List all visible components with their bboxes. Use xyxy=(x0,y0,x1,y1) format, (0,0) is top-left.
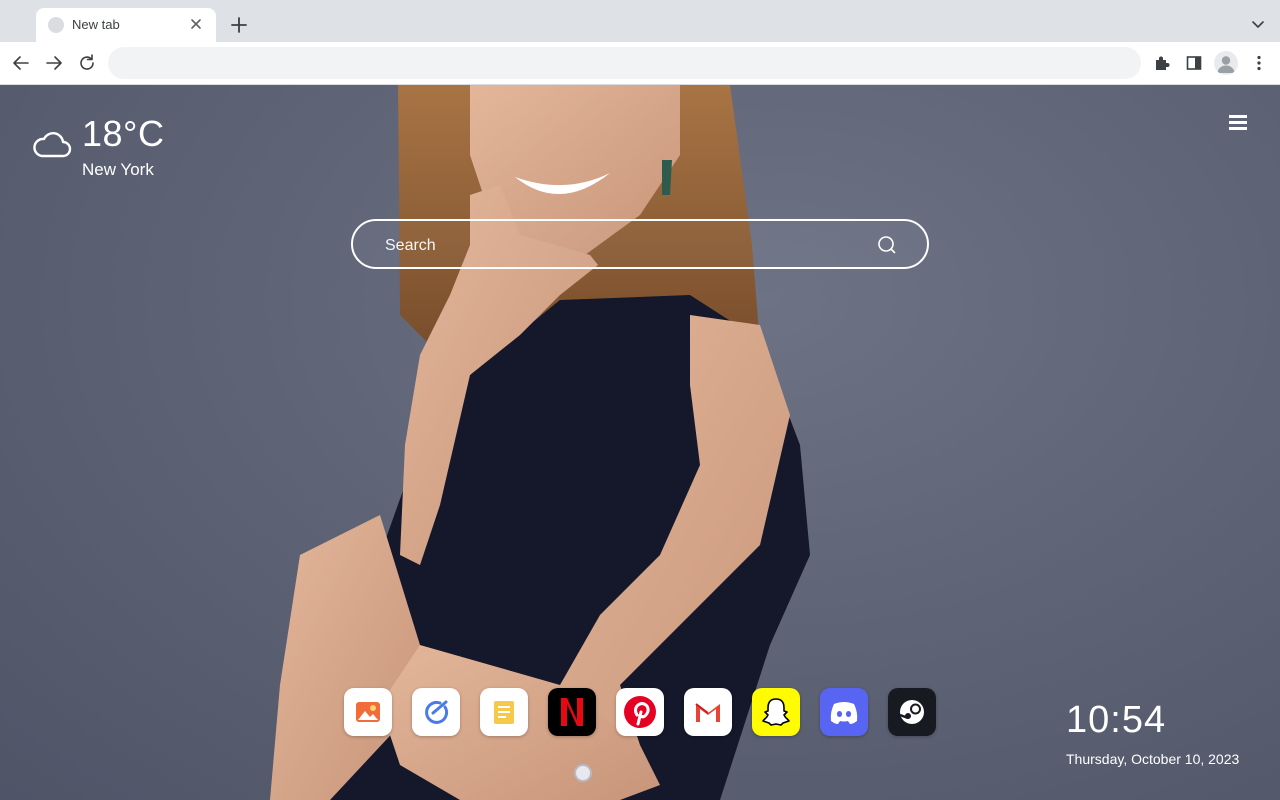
clock-date: Thursday, October 10, 2023 xyxy=(1066,751,1240,767)
profile-avatar[interactable] xyxy=(1214,51,1238,75)
discord-app[interactable] xyxy=(820,688,868,736)
more-options-icon[interactable] xyxy=(1248,52,1270,74)
temperature-value: 18°C xyxy=(82,113,165,154)
new-tab-button[interactable] xyxy=(228,14,250,36)
tab-favicon-icon xyxy=(48,17,64,33)
netflix-app[interactable] xyxy=(548,688,596,736)
forward-button[interactable] xyxy=(43,52,65,74)
photos-app[interactable] xyxy=(344,688,392,736)
clock-time: 10:54 xyxy=(1066,699,1167,741)
notes-app[interactable] xyxy=(480,688,528,736)
reload-button[interactable] xyxy=(76,52,98,74)
weather-city: New York xyxy=(82,160,154,179)
snapchat-icon xyxy=(752,688,800,736)
steam-app[interactable] xyxy=(888,688,936,736)
address-bar[interactable] xyxy=(108,47,1141,79)
back-button[interactable] xyxy=(10,52,32,74)
person-icon xyxy=(1217,56,1235,73)
tab-strip: New tab xyxy=(0,0,1280,42)
search-box[interactable] xyxy=(351,219,929,269)
image-icon xyxy=(344,688,392,736)
search-icon[interactable] xyxy=(877,235,897,255)
new-tab-page: 18°C New York Search 10:54 Thursday, Oct… xyxy=(0,85,1280,800)
clock-widget: 10:54 Thursday, October 10, 2023 xyxy=(1066,701,1239,767)
tab-new-tab[interactable]: New tab xyxy=(36,8,216,42)
steam-icon xyxy=(888,688,936,736)
side-panel-icon[interactable] xyxy=(1183,52,1205,74)
pinterest-app[interactable] xyxy=(616,688,664,736)
discord-icon xyxy=(820,688,868,736)
menu-icon[interactable] xyxy=(1228,115,1250,135)
extensions-puzzle-icon[interactable] xyxy=(1151,52,1173,74)
gmail-app[interactable] xyxy=(684,688,732,736)
tasks-app[interactable] xyxy=(412,688,460,736)
browser-toolbar xyxy=(0,42,1280,85)
note-icon xyxy=(480,688,528,736)
tab-title: New tab xyxy=(72,17,120,32)
search-input[interactable] xyxy=(383,233,847,259)
close-icon[interactable] xyxy=(186,14,206,34)
chevron-down-icon[interactable] xyxy=(1248,14,1268,34)
pinterest-icon xyxy=(616,688,664,736)
netflix-icon xyxy=(548,688,596,736)
gmail-icon xyxy=(684,688,732,736)
cloud-icon xyxy=(33,132,72,158)
snapchat-app[interactable] xyxy=(752,688,800,736)
check-circle-icon xyxy=(412,688,460,736)
